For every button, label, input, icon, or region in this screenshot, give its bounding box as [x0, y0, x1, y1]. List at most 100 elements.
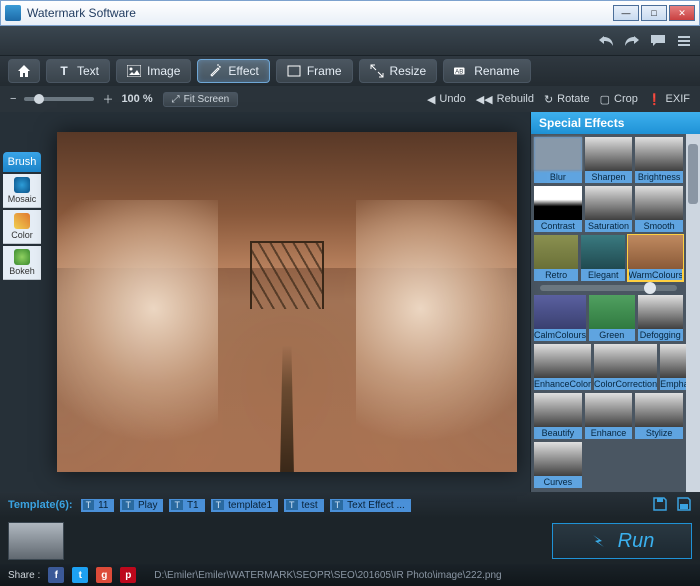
effect-thumb [638, 295, 684, 329]
effect-colorcorrection[interactable]: ColorCorrection [594, 344, 657, 390]
effect-curves[interactable]: Curves [534, 442, 582, 488]
effect-intensity-slider[interactable] [540, 285, 677, 291]
tab-effect[interactable]: Effect [197, 59, 269, 83]
exif-button[interactable]: ❗ EXIF [648, 93, 690, 106]
effect-sharpen[interactable]: Sharpen [585, 137, 633, 183]
svg-text:AB: AB [455, 69, 463, 76]
undo-label: Undo [439, 93, 465, 105]
chat-icon[interactable] [648, 32, 668, 50]
effects-panel: Special Effects BlurSharpenBrightness Con… [530, 112, 700, 492]
undo-button[interactable]: ◀Undo [427, 93, 466, 106]
effect-thumb [635, 137, 683, 171]
tool-color[interactable]: Color [3, 210, 41, 244]
tab-image[interactable]: Image [116, 59, 191, 83]
effect-thumb [589, 295, 635, 329]
zoom-row: − ＋ 100 % ⤢Fit Screen ◀Undo ◀◀Rebuild ↻R… [0, 86, 700, 112]
image-canvas[interactable] [57, 132, 517, 472]
effect-green[interactable]: Green [589, 295, 635, 341]
exif-icon: ❗ [648, 93, 662, 106]
crop-button[interactable]: ▢Crop [600, 93, 638, 106]
share-twitter-icon[interactable]: t [72, 567, 88, 583]
tab-text[interactable]: TText [46, 59, 110, 83]
template-tag[interactable]: Ttemplate1 [211, 499, 278, 512]
effect-contrast[interactable]: Contrast [534, 186, 582, 232]
effect-thumb [635, 393, 683, 427]
template-t-icon: T [286, 500, 298, 510]
rotate-button[interactable]: ↻Rotate [544, 93, 590, 106]
effect-label: Blur [534, 171, 582, 183]
fit-screen-button[interactable]: ⤢Fit Screen [163, 92, 239, 107]
exif-label: EXIF [666, 93, 690, 105]
redo-icon[interactable] [622, 32, 642, 50]
brush-tab[interactable]: Brush [3, 152, 41, 172]
rebuild-button[interactable]: ◀◀Rebuild [476, 93, 534, 106]
zoom-in-button[interactable]: ＋ [102, 91, 113, 107]
effect-label: Brightness [635, 171, 683, 183]
effect-label: ColorCorrection [594, 378, 657, 390]
effect-label: Beautify [534, 427, 582, 439]
effect-stylize[interactable]: Stylize [635, 393, 683, 439]
template-name: Text Effect ... [347, 500, 405, 511]
effect-defogging[interactable]: Defogging [638, 295, 684, 341]
undo-icon[interactable] [596, 32, 616, 50]
effect-label: WarmColours [628, 269, 683, 281]
template-tag[interactable]: Ttest [284, 499, 324, 512]
tool-bokeh[interactable]: Bokeh [3, 246, 41, 280]
tool-label: Color [11, 230, 33, 240]
tool-mosaic[interactable]: Mosaic [3, 174, 41, 208]
tab-frame[interactable]: Frame [276, 59, 353, 83]
fit-icon: ⤢ [172, 94, 180, 105]
settings-icon[interactable] [674, 32, 694, 50]
effect-beautify[interactable]: Beautify [534, 393, 582, 439]
zoom-out-button[interactable]: − [10, 93, 16, 105]
share-googleplus-icon[interactable]: g [96, 567, 112, 583]
top-action-row [0, 26, 700, 56]
effect-warmcolours[interactable]: WarmColours [628, 235, 683, 281]
effect-thumb [628, 235, 683, 269]
effects-panel-header: Special Effects [531, 112, 700, 134]
status-bar: Share : f t g p D:\Emiler\Emiler\WATERMA… [0, 564, 700, 586]
effects-scrollbar[interactable] [686, 134, 700, 492]
tab-label: Rename [474, 64, 519, 78]
template-name: template1 [228, 500, 272, 511]
effect-emphasize[interactable]: Emphasize [660, 344, 686, 390]
window-title: Watermark Software [27, 6, 613, 20]
effect-brightness[interactable]: Brightness [635, 137, 683, 183]
bokeh-icon [14, 249, 30, 265]
effect-smooth[interactable]: Smooth [635, 186, 683, 232]
template-tag[interactable]: TT1 [169, 499, 204, 512]
share-pinterest-icon[interactable]: p [120, 567, 136, 583]
template-tag[interactable]: TPlay [120, 499, 163, 512]
template-tag[interactable]: T11 [81, 499, 115, 512]
zoom-slider[interactable] [24, 97, 94, 101]
run-button[interactable]: Run [552, 523, 692, 559]
effect-thumb [534, 393, 582, 427]
tab-resize[interactable]: Resize [359, 59, 438, 83]
tab-home[interactable] [8, 59, 40, 83]
resize-icon [370, 64, 384, 78]
tool-strip: Brush Mosaic Color Bokeh [0, 112, 44, 492]
effect-blur[interactable]: Blur [534, 137, 582, 183]
rotate-label: Rotate [557, 93, 589, 105]
effect-elegant[interactable]: Elegant [581, 235, 625, 281]
share-facebook-icon[interactable]: f [48, 567, 64, 583]
effect-retro[interactable]: Retro [534, 235, 578, 281]
effect-thumb [635, 186, 683, 220]
template-t-icon: T [171, 500, 183, 510]
maximize-button[interactable]: □ [641, 5, 667, 21]
tab-rename[interactable]: AB Rename [443, 59, 530, 83]
effect-calmcolours[interactable]: CalmColours [534, 295, 586, 341]
image-thumbnail[interactable] [8, 522, 64, 560]
tool-label: Bokeh [9, 266, 35, 276]
save-template-icon[interactable] [652, 496, 668, 515]
minimize-button[interactable]: — [613, 5, 639, 21]
save-as-template-icon[interactable] [676, 496, 692, 515]
run-label: Run [618, 530, 655, 553]
effect-thumb [585, 186, 633, 220]
effect-saturation[interactable]: Saturation [585, 186, 633, 232]
close-button[interactable]: ✕ [669, 5, 695, 21]
template-tag[interactable]: TText Effect ... [330, 499, 411, 512]
effect-enhancecolor[interactable]: EnhanceColor [534, 344, 591, 390]
effect-enhance[interactable]: Enhance [585, 393, 633, 439]
rebuild-icon: ◀◀ [476, 93, 493, 106]
